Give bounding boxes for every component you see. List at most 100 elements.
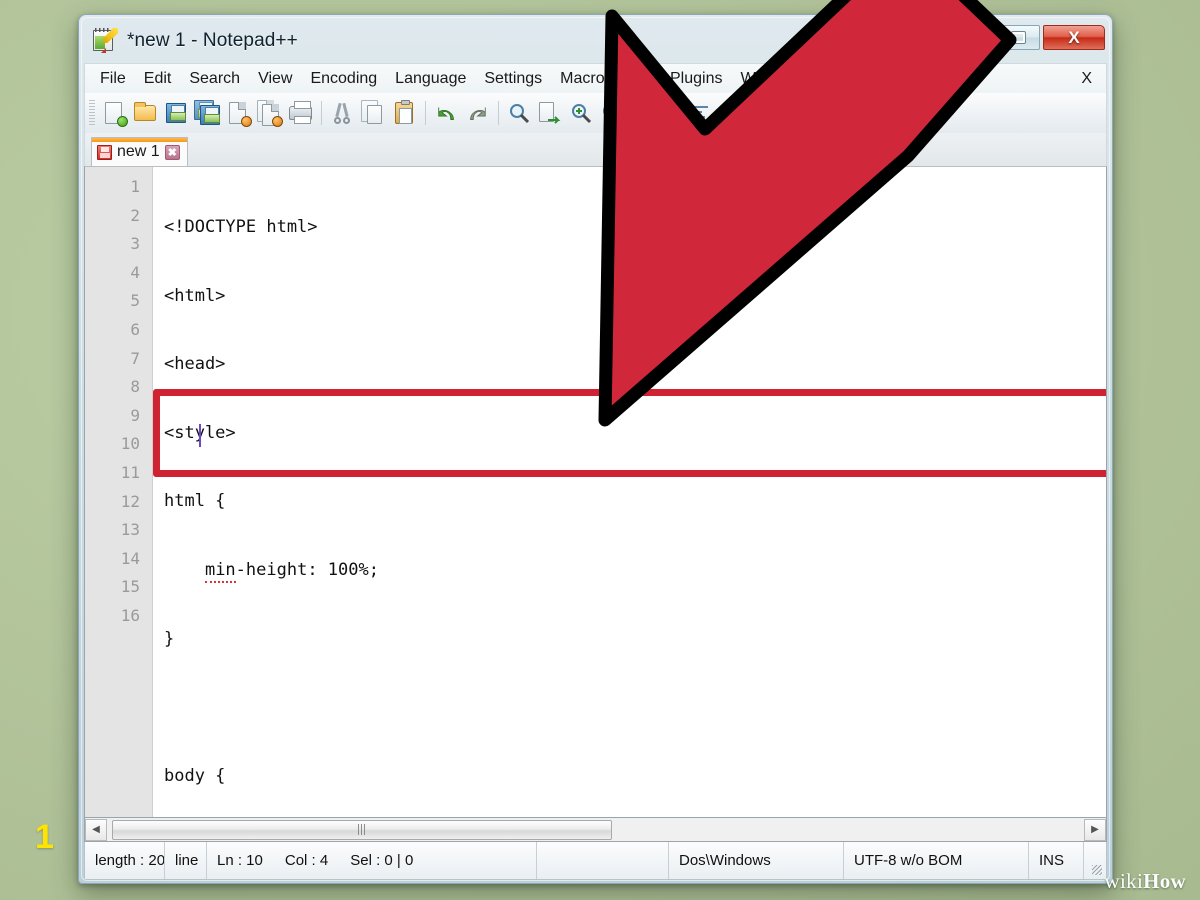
new-file-icon[interactable] bbox=[99, 98, 130, 129]
code-line bbox=[153, 693, 1106, 722]
close-button[interactable]: X bbox=[1043, 25, 1105, 50]
word-wrap-icon[interactable] bbox=[681, 98, 712, 129]
code-line: html { bbox=[153, 487, 1106, 516]
copy-icon[interactable] bbox=[358, 98, 389, 129]
tab-label: new 1 bbox=[117, 143, 160, 161]
line-number: 2 bbox=[85, 202, 152, 231]
menu-macro[interactable]: Macro bbox=[551, 67, 613, 91]
toolbar: ¶ bbox=[84, 93, 1107, 133]
redo-icon[interactable] bbox=[462, 98, 493, 129]
function-list-icon[interactable] bbox=[774, 98, 805, 129]
line-number: 9 bbox=[85, 402, 152, 431]
menu-close-document-button[interactable]: X bbox=[1081, 70, 1092, 88]
menu-settings[interactable]: Settings bbox=[475, 67, 551, 91]
line-number: 5 bbox=[85, 287, 152, 316]
code-line-remainder: -height: 100%; bbox=[236, 560, 379, 580]
status-position: Ln : 10 Col : 4 Sel : 0 | 0 bbox=[207, 842, 537, 879]
open-file-icon[interactable] bbox=[130, 98, 161, 129]
save-all-icon[interactable] bbox=[192, 98, 223, 129]
notepad-plus-plus-icon bbox=[92, 28, 118, 54]
close-file-icon[interactable] bbox=[223, 98, 254, 129]
code-line: <html> bbox=[153, 282, 1106, 311]
replace-icon[interactable] bbox=[535, 98, 566, 129]
menu-window[interactable]: Window bbox=[731, 67, 806, 91]
line-number: 10 bbox=[85, 430, 152, 459]
menu-view[interactable]: View bbox=[249, 67, 301, 91]
code-line: body { bbox=[153, 762, 1106, 791]
toolbar-separator bbox=[633, 101, 634, 125]
misspelled-word: min bbox=[205, 560, 236, 583]
zoom-out-icon[interactable] bbox=[597, 98, 628, 129]
macro-record-icon[interactable] bbox=[836, 98, 867, 129]
code-text[interactable]: <!DOCTYPE html> <html> <head> <style> ht… bbox=[153, 167, 1106, 817]
status-sel: Sel : 0 | 0 bbox=[350, 852, 413, 869]
close-tab-icon[interactable]: ✖ bbox=[165, 145, 180, 160]
menu-help[interactable]: ? bbox=[806, 67, 833, 91]
horizontal-scrollbar[interactable]: ◀ ▶ bbox=[84, 818, 1107, 842]
line-number: 15 bbox=[85, 573, 152, 602]
save-icon[interactable] bbox=[161, 98, 192, 129]
menu-encoding[interactable]: Encoding bbox=[301, 67, 386, 91]
menu-language[interactable]: Language bbox=[386, 67, 475, 91]
minimize-button[interactable] bbox=[953, 25, 997, 50]
line-number: 12 bbox=[85, 488, 152, 517]
code-line: <!DOCTYPE html> bbox=[153, 213, 1106, 242]
code-line: <head> bbox=[153, 350, 1106, 379]
status-insert-mode: INS bbox=[1029, 842, 1084, 879]
unsaved-file-icon bbox=[97, 145, 112, 160]
menu-plugins[interactable]: Plugins bbox=[661, 67, 731, 91]
thumb-grip-icon bbox=[358, 824, 366, 835]
line-number: 14 bbox=[85, 545, 152, 574]
watermark-bold-text: How bbox=[1143, 869, 1186, 893]
title-bar[interactable]: *new 1 - Notepad++ X bbox=[84, 19, 1107, 63]
wikihow-watermark: wikiHow bbox=[1105, 869, 1186, 894]
scrollbar-thumb[interactable] bbox=[112, 820, 612, 840]
menu-file[interactable]: File bbox=[91, 67, 135, 91]
toolbar-separator bbox=[498, 101, 499, 125]
text-cursor bbox=[199, 424, 201, 447]
toolbar-grip[interactable] bbox=[89, 100, 95, 126]
window-controls: X bbox=[954, 25, 1105, 50]
toolbar-separator bbox=[675, 101, 676, 125]
find-icon[interactable] bbox=[504, 98, 535, 129]
menu-run[interactable]: Run bbox=[614, 67, 661, 91]
menu-edit[interactable]: Edit bbox=[135, 67, 181, 91]
code-line: <style> bbox=[153, 419, 1106, 448]
menu-search[interactable]: Search bbox=[180, 67, 249, 91]
line-number: 8 bbox=[85, 373, 152, 402]
print-icon[interactable] bbox=[285, 98, 316, 129]
indent-guide-icon[interactable] bbox=[743, 98, 774, 129]
minimize-icon bbox=[969, 36, 982, 40]
sync-lock-icon[interactable] bbox=[639, 98, 670, 129]
zoom-in-icon[interactable] bbox=[566, 98, 597, 129]
status-length: length : 205 bbox=[85, 842, 165, 879]
resize-grip-icon[interactable] bbox=[1084, 842, 1106, 879]
line-number: 3 bbox=[85, 230, 152, 259]
scroll-left-icon[interactable]: ◀ bbox=[85, 819, 107, 841]
document-tab-bar: new 1 ✖ bbox=[84, 133, 1107, 166]
step-number: 1 bbox=[35, 818, 54, 857]
show-all-characters-icon[interactable]: ¶ bbox=[712, 98, 743, 129]
status-col: Col : 4 bbox=[285, 852, 328, 869]
undo-icon[interactable] bbox=[431, 98, 462, 129]
document-map-icon[interactable] bbox=[805, 98, 836, 129]
toolbar-separator bbox=[321, 101, 322, 125]
scroll-right-icon[interactable]: ▶ bbox=[1084, 819, 1106, 841]
tab-new-1[interactable]: new 1 ✖ bbox=[91, 137, 188, 166]
line-number: 6 bbox=[85, 316, 152, 345]
close-all-icon[interactable] bbox=[254, 98, 285, 129]
restore-button[interactable] bbox=[996, 25, 1040, 50]
status-encoding: UTF-8 w/o BOM bbox=[844, 842, 1029, 879]
restore-icon bbox=[1012, 32, 1025, 43]
editor-area[interactable]: 1 2 3 4 5 6 7 8 9 10 11 12 13 14 15 16 <… bbox=[84, 166, 1107, 818]
paste-icon[interactable] bbox=[389, 98, 420, 129]
line-number: 1 bbox=[85, 173, 152, 202]
status-eol: Dos\Windows bbox=[669, 842, 844, 879]
notepad-plus-plus-window: *new 1 - Notepad++ X File Edit Search Vi… bbox=[78, 14, 1113, 884]
cut-icon[interactable] bbox=[327, 98, 358, 129]
line-number: 11 bbox=[85, 459, 152, 488]
status-ln: Ln : 10 bbox=[217, 852, 263, 869]
watermark-light-text: wiki bbox=[1105, 869, 1144, 893]
line-number: 16 bbox=[85, 602, 152, 631]
status-bar: length : 205 line Ln : 10 Col : 4 Sel : … bbox=[84, 842, 1107, 880]
